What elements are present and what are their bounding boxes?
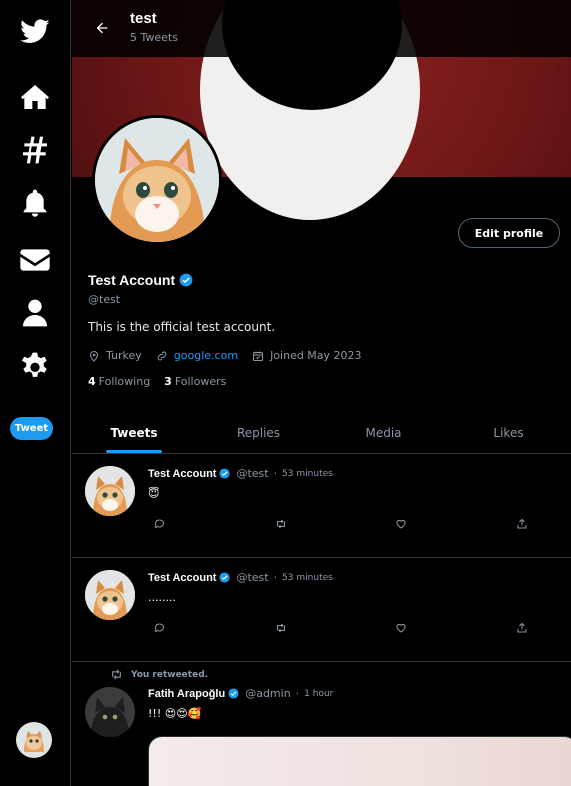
profile-avatar[interactable] — [92, 115, 222, 245]
following-label: Following — [98, 375, 151, 388]
verified-badge-icon — [219, 468, 230, 479]
twitter-logo-icon[interactable] — [0, 12, 70, 52]
avatar[interactable] — [16, 722, 52, 758]
top-bar: test 5 Tweets — [72, 0, 571, 57]
followers-label: Followers — [174, 375, 227, 388]
tweet-author-name[interactable]: Test Account — [148, 572, 216, 584]
tweet-header: Test Account @test · 53 minutes — [148, 571, 333, 584]
retweet-icon — [112, 669, 121, 680]
tweet-count: 5 Tweets — [130, 31, 178, 44]
tweet-time[interactable]: 53 minutes — [282, 573, 333, 583]
retweet-icon[interactable] — [273, 620, 289, 636]
tweet-text: !!! 😍😍🥰 — [148, 707, 202, 720]
share-icon[interactable] — [514, 516, 530, 532]
verified-badge-icon — [228, 688, 239, 699]
retweet-icon[interactable] — [273, 516, 289, 532]
user-icon[interactable] — [0, 293, 70, 333]
active-tab-indicator — [106, 450, 162, 453]
profile-meta: Turkey google.com Joined May 2023 — [88, 349, 376, 362]
joined-item: Joined May 2023 — [252, 349, 362, 362]
tab-replies[interactable]: Replies — [196, 413, 321, 453]
tweet-media-image[interactable] — [148, 736, 571, 786]
tweet-avatar[interactable] — [85, 466, 135, 516]
verified-badge-icon — [179, 273, 193, 287]
tweet-author-handle[interactable]: @test — [236, 571, 268, 584]
separator-dot: · — [295, 687, 300, 700]
tweet-actions — [148, 516, 571, 532]
bell-icon[interactable] — [0, 183, 70, 223]
envelope-icon[interactable] — [0, 240, 70, 280]
profile-handle: @test — [88, 293, 121, 306]
hashtag-icon[interactable] — [0, 130, 70, 170]
reply-icon[interactable] — [152, 516, 168, 532]
retweet-label-text: You retweeted. — [131, 669, 209, 680]
tweet-item[interactable]: Test Account @test · 53 minutes 😇 — [72, 454, 571, 558]
separator-dot: · — [273, 467, 278, 480]
tweet-author-name[interactable]: Test Account — [148, 468, 216, 480]
tweet-actions — [148, 620, 571, 636]
like-icon[interactable] — [393, 620, 409, 636]
tweet-author-handle[interactable]: @test — [236, 467, 268, 480]
link-icon — [157, 351, 167, 360]
tweet-item[interactable]: Test Account @test · 53 minutes ........ — [72, 558, 571, 662]
share-icon[interactable] — [514, 620, 530, 636]
back-arrow-icon[interactable] — [90, 16, 114, 40]
sidebar: Tweet — [0, 0, 71, 786]
profile-main: test 5 Tweets Edit profile Test Account … — [72, 0, 571, 786]
like-icon[interactable] — [393, 516, 409, 532]
retweet-label: You retweeted. — [110, 668, 208, 681]
following-link[interactable]: 4 Following — [88, 375, 150, 388]
profile-name: Test Account — [88, 272, 176, 288]
page-title: test — [130, 10, 157, 27]
follow-stats: 4 Following 3 Followers — [88, 375, 226, 388]
profile-tabs: Tweets Replies Media Likes — [72, 413, 571, 454]
website-item[interactable]: google.com — [156, 349, 238, 362]
verified-badge-icon — [219, 572, 230, 583]
calendar-icon — [253, 351, 264, 361]
location-item: Turkey — [88, 349, 142, 362]
followers-count: 3 — [164, 375, 172, 388]
location-pin-icon — [89, 350, 99, 362]
tweet-avatar[interactable] — [85, 687, 135, 737]
tweet-button[interactable]: Tweet — [10, 417, 53, 440]
profile-location: Turkey — [106, 349, 142, 362]
tab-tweets[interactable]: Tweets — [72, 413, 196, 453]
tweet-time[interactable]: 53 minutes — [282, 469, 333, 479]
profile-website-link[interactable]: google.com — [174, 349, 238, 362]
following-count: 4 — [88, 375, 96, 388]
followers-link[interactable]: 3 Followers — [164, 375, 226, 388]
tab-likes[interactable]: Likes — [446, 413, 571, 453]
profile-bio: This is the official test account. — [88, 320, 276, 334]
tweet-header: Fatih Arapoğlu @admin · 1 hour — [148, 687, 333, 700]
separator-dot: · — [273, 571, 278, 584]
tweet-header: Test Account @test · 53 minutes — [148, 467, 333, 480]
profile-name-row: Test Account — [88, 272, 193, 288]
profile-joined: Joined May 2023 — [270, 349, 362, 362]
edit-profile-button[interactable]: Edit profile — [458, 218, 560, 248]
tweet-text: 😇 — [148, 487, 160, 500]
tweet-time[interactable]: 1 hour — [304, 689, 333, 699]
gear-icon[interactable] — [0, 346, 70, 386]
tweet-author-handle[interactable]: @admin — [245, 687, 290, 700]
reply-icon[interactable] — [152, 620, 168, 636]
tab-media[interactable]: Media — [321, 413, 446, 453]
tweet-author-name[interactable]: Fatih Arapoğlu — [148, 688, 225, 700]
tweet-avatar[interactable] — [85, 570, 135, 620]
home-icon[interactable] — [0, 77, 70, 117]
tweet-text: ........ — [148, 591, 176, 604]
